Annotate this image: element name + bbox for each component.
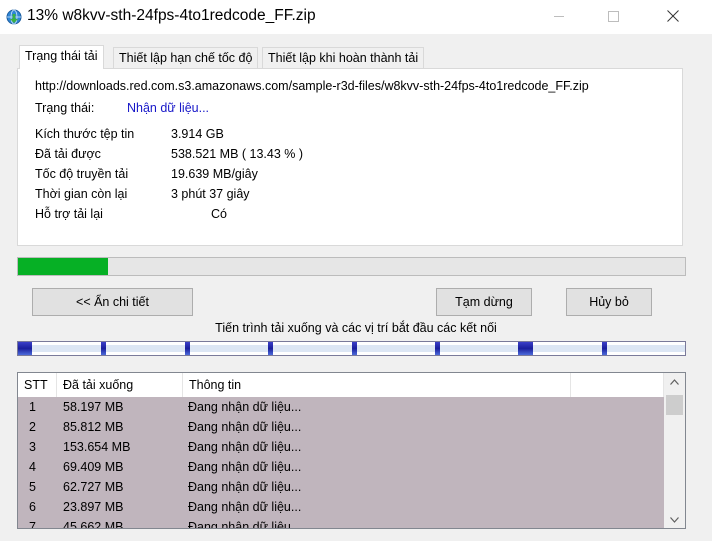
download-progress-bar (17, 257, 686, 276)
file-size-value: 3.914 GB (171, 127, 224, 141)
connection-segment (268, 342, 352, 355)
time-left-value: 3 phút 37 giây (171, 187, 250, 201)
segment-remaining (434, 345, 519, 352)
segment-remaining (268, 345, 352, 352)
downloaded-value: 538.521 MB ( 13.43 % ) (171, 147, 304, 161)
download-status-panel (17, 68, 683, 246)
row-number: 7 (29, 520, 36, 529)
column-header-info[interactable]: Thông tin (183, 373, 571, 397)
segment-downloaded (268, 342, 274, 355)
connection-segment (18, 342, 102, 355)
chevron-up-icon (670, 378, 679, 385)
connections-progress-caption: Tiến trình tải xuống và các vị trí bắt đ… (215, 321, 497, 335)
minimize-icon (553, 15, 564, 17)
table-scrollbar[interactable] (664, 373, 685, 528)
tab-on-completion[interactable]: Thiết lập khi hoàn thành tải (262, 47, 425, 68)
time-left-label: Thời gian còn lại (35, 187, 128, 201)
table-row[interactable]: 7 45.662 MB Đang nhận dữ liệu... (18, 517, 664, 529)
table-row[interactable]: 3 153.654 MB Đang nhận dữ liệu... (18, 437, 664, 457)
downloaded-label: Đã tải được (35, 147, 101, 161)
row-info: Đang nhận dữ liệu... (188, 520, 302, 529)
row-number: 2 (29, 420, 36, 434)
connection-segment (351, 342, 435, 355)
segment-downloaded (18, 342, 32, 355)
status-label: Trạng thái: (35, 101, 95, 115)
row-info: Đang nhận dữ liệu... (188, 420, 302, 434)
row-number: 5 (29, 480, 36, 494)
pause-button[interactable]: Tạm dừng (436, 288, 532, 316)
row-downloaded: 62.727 MB (63, 480, 124, 494)
transfer-rate-value: 19.639 MB/giây (171, 167, 258, 181)
segment-remaining (351, 345, 435, 352)
segment-downloaded (601, 342, 607, 355)
row-number: 4 (29, 460, 36, 474)
table-row[interactable]: 5 62.727 MB Đang nhận dữ liệu... (18, 477, 664, 497)
idm-globe-icon (6, 9, 22, 25)
tab-label: Trạng thái tải (25, 49, 98, 63)
download-url: http://downloads.red.com.s3.amazonaws.co… (35, 79, 589, 93)
segment-downloaded (101, 342, 107, 355)
segment-downloaded (184, 342, 190, 355)
resume-support-value: Có (211, 207, 227, 221)
table-row[interactable]: 4 69.409 MB Đang nhận dữ liệu... (18, 457, 664, 477)
table-header: STT Đã tải xuống Thông tin (18, 373, 664, 397)
segment-remaining (101, 345, 185, 352)
table-row[interactable]: 2 85.812 MB Đang nhận dữ liệu... (18, 417, 664, 437)
transfer-rate-label: Tốc độ truyền tải (35, 167, 129, 181)
cancel-button[interactable]: Hủy bỏ (566, 288, 652, 316)
connection-segment (434, 342, 519, 355)
connection-segment (518, 342, 602, 355)
tab-speed-limiter[interactable]: Thiết lập hạn chế tốc độ (113, 47, 259, 68)
column-header-downloaded[interactable]: Đã tải xuống (57, 373, 183, 397)
row-info: Đang nhận dữ liệu... (188, 400, 302, 414)
scroll-up-button[interactable] (664, 373, 685, 390)
title-bar[interactable]: 13% w8kvv-sth-24fps-4to1redcode_FF.zip (0, 0, 712, 34)
row-number: 3 (29, 440, 36, 454)
row-downloaded: 69.409 MB (63, 460, 124, 474)
connection-segment (184, 342, 269, 355)
row-info: Đang nhận dữ liệu... (188, 500, 302, 514)
window-title: 13% w8kvv-sth-24fps-4to1redcode_FF.zip (27, 7, 316, 24)
row-number: 6 (29, 500, 36, 514)
segment-downloaded (351, 342, 357, 355)
connection-segment (101, 342, 185, 355)
connections-table[interactable]: STT Đã tải xuống Thông tin 1 58.197 MB Đ… (17, 372, 686, 529)
progress-fill (18, 258, 108, 275)
resume-support-label: Hỗ trợ tải lại (35, 207, 103, 221)
tab-label: Thiết lập khi hoàn thành tải (268, 51, 419, 65)
row-downloaded: 85.812 MB (63, 420, 124, 434)
table-row[interactable]: 6 23.897 MB Đang nhận dữ liệu... (18, 497, 664, 517)
row-info: Đang nhận dữ liệu... (188, 440, 302, 454)
scroll-thumb[interactable] (666, 395, 683, 415)
close-button[interactable] (650, 0, 696, 32)
segment-remaining (601, 345, 685, 352)
connection-segment (601, 342, 685, 355)
close-icon (667, 10, 679, 22)
tab-download-status[interactable]: Trạng thái tải (19, 45, 104, 69)
segment-downloaded (434, 342, 440, 355)
row-info: Đang nhận dữ liệu... (188, 460, 302, 474)
row-downloaded: 153.654 MB (63, 440, 131, 454)
column-header-no[interactable]: STT (18, 373, 57, 397)
tab-label: Thiết lập hạn chế tốc độ (119, 51, 253, 65)
row-downloaded: 45.662 MB (63, 520, 124, 529)
file-size-label: Kích thước tệp tin (35, 127, 135, 141)
chevron-down-icon (670, 516, 679, 523)
maximize-button[interactable] (590, 0, 636, 32)
status-value: Nhận dữ liệu... (127, 101, 210, 115)
row-downloaded: 23.897 MB (63, 500, 124, 514)
hide-details-button[interactable]: << Ẩn chi tiết (32, 288, 193, 316)
segment-downloaded (518, 342, 534, 355)
row-info: Đang nhận dữ liệu... (188, 480, 302, 494)
connections-progress-bar (17, 341, 686, 356)
table-body: 1 58.197 MB Đang nhận dữ liệu... 2 85.81… (18, 397, 664, 528)
row-downloaded: 58.197 MB (63, 400, 124, 414)
table-row[interactable]: 1 58.197 MB Đang nhận dữ liệu... (18, 397, 664, 417)
scroll-down-button[interactable] (664, 511, 685, 528)
minimize-button[interactable] (536, 0, 582, 32)
column-header-empty (571, 373, 664, 397)
segment-remaining (184, 345, 269, 352)
row-number: 1 (29, 400, 36, 414)
maximize-icon (607, 10, 619, 22)
